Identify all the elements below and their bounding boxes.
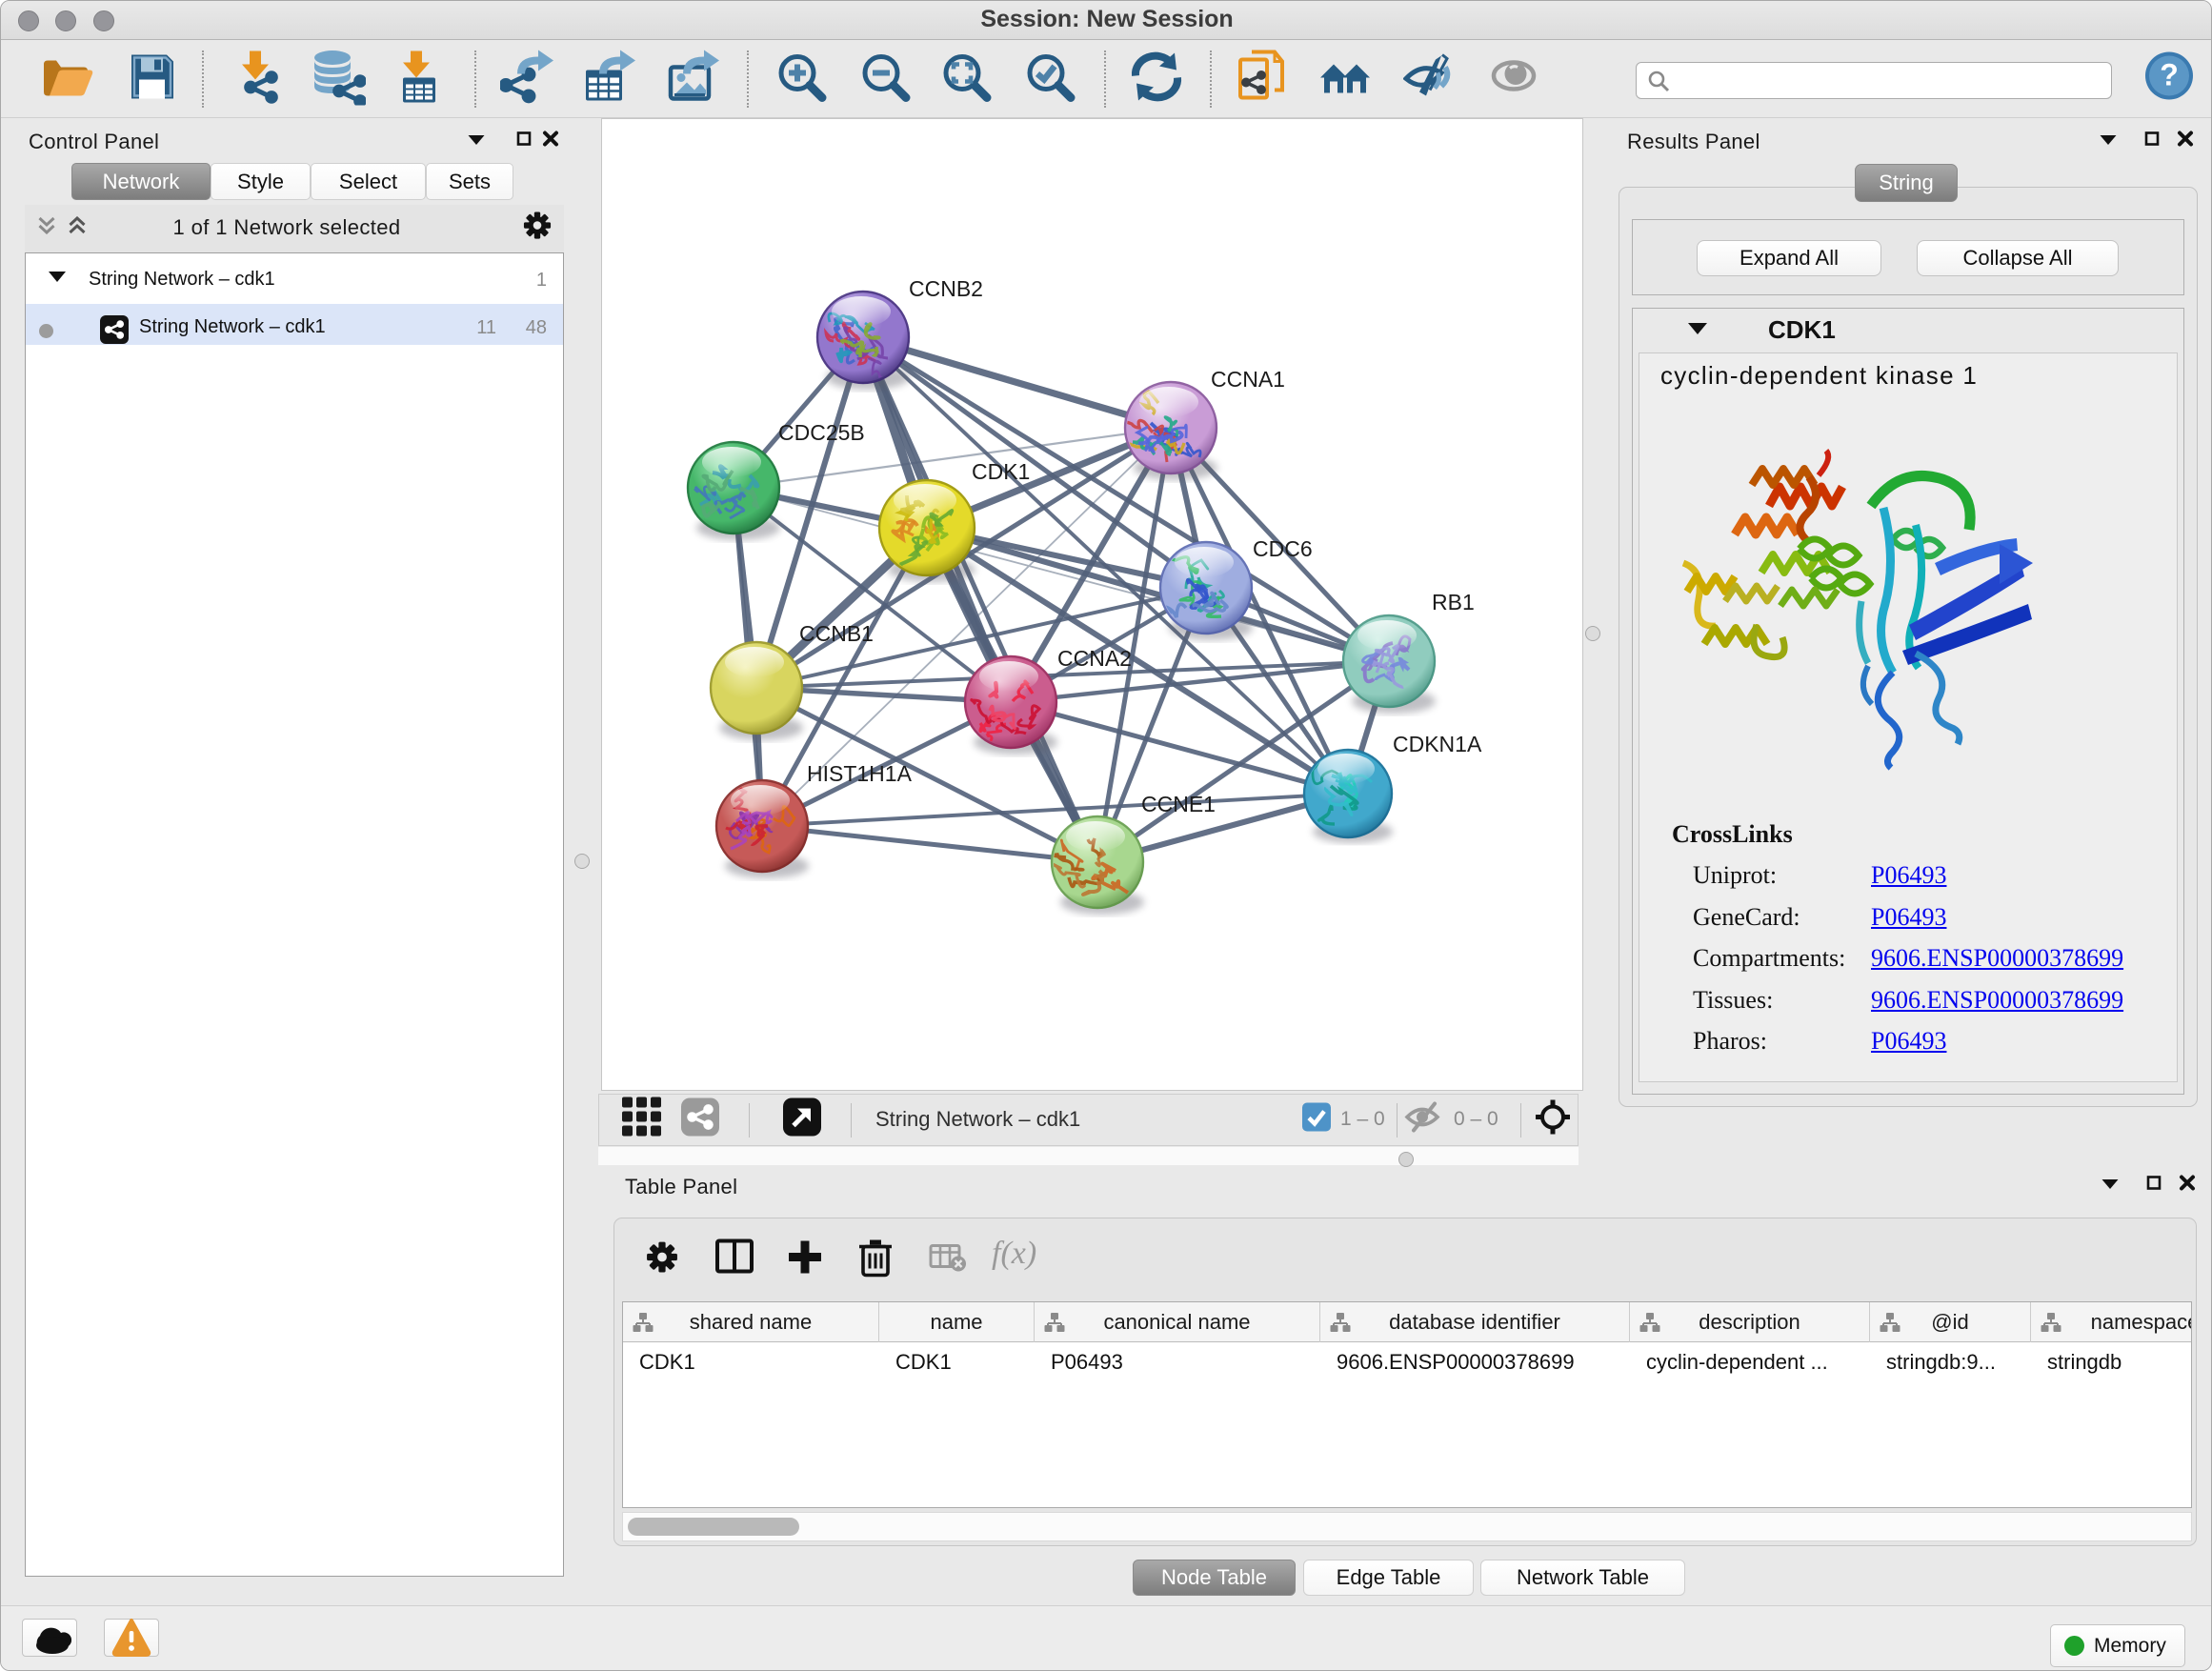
svg-text:HIST1H1A: HIST1H1A — [807, 761, 913, 786]
svg-text:CCNA2: CCNA2 — [1057, 646, 1132, 671]
svg-text:?: ? — [2160, 58, 2179, 92]
svg-text:RB1: RB1 — [1432, 590, 1475, 614]
svg-text:CCNA1: CCNA1 — [1211, 367, 1285, 392]
svg-text:CDKN1A: CDKN1A — [1393, 732, 1482, 756]
svg-text:CDC6: CDC6 — [1253, 536, 1313, 561]
svg-text:CCNB1: CCNB1 — [799, 621, 874, 646]
svg-text:CDC25B: CDC25B — [778, 420, 865, 445]
svg-text:CDK1: CDK1 — [972, 459, 1030, 484]
svg-text:CCNE1: CCNE1 — [1141, 792, 1216, 816]
svg-text:CCNB2: CCNB2 — [909, 276, 983, 301]
